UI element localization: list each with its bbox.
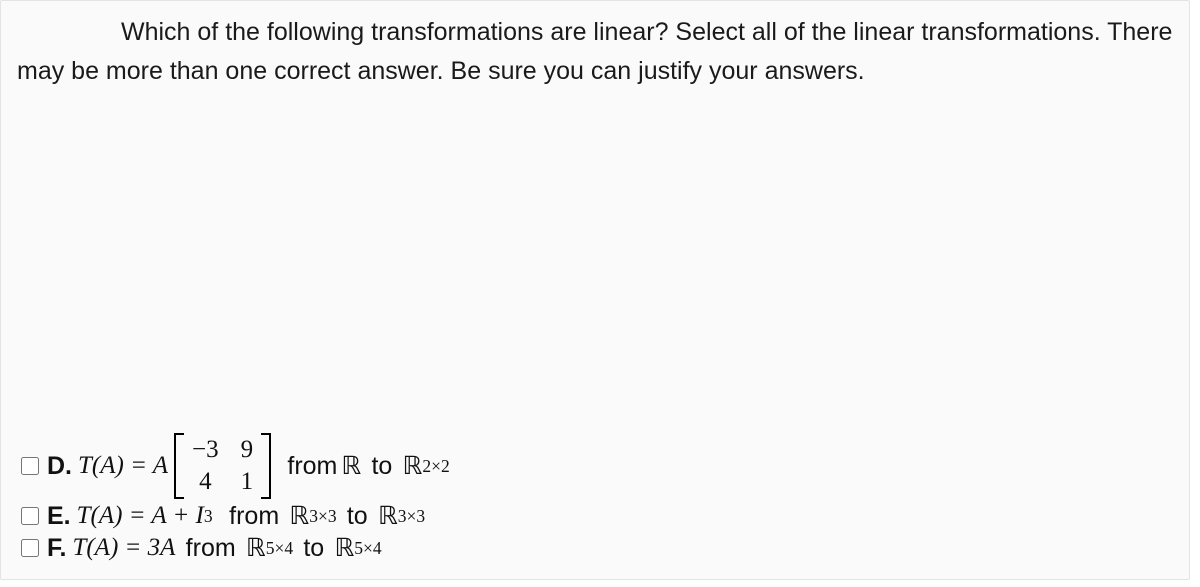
option-d-letter: D. [47, 452, 72, 481]
question-text: Which of the following transformations a… [17, 13, 1173, 91]
from-label: from [229, 502, 279, 531]
option-f-letter: F. [47, 534, 66, 563]
option-f-row: F. T(A) = 3A from ℝ5×4 to ℝ5×4 [17, 533, 997, 563]
option-e-label: E. T(A) = A + I3 from ℝ3×3 to ℝ3×3 [47, 501, 425, 531]
option-d-expr-prefix: T(A) = A [78, 452, 168, 480]
to-label: to [371, 452, 392, 481]
from-label: from [287, 452, 337, 481]
real-symbol: ℝ [334, 533, 354, 563]
matrix-cell-21: 4 [192, 467, 219, 497]
option-d-checkbox[interactable] [21, 457, 39, 475]
blank-area [17, 99, 1173, 309]
from-label: from [186, 534, 236, 563]
option-d-row: D. T(A) = A −3 9 4 1 from ℝ to [17, 433, 997, 499]
real-symbol: ℝ [341, 451, 361, 481]
real-symbol: ℝ [378, 501, 398, 531]
to-label: to [347, 502, 368, 531]
option-e-letter: E. [47, 502, 71, 531]
option-f-expr: T(A) = 3A [72, 534, 175, 562]
real-symbol: ℝ [289, 501, 309, 531]
option-f-label: F. T(A) = 3A from ℝ5×4 to ℝ5×4 [47, 533, 382, 563]
option-f-checkbox[interactable] [21, 539, 39, 557]
option-e-row: E. T(A) = A + I3 from ℝ3×3 to ℝ3×3 [17, 501, 997, 531]
matrix-cell-22: 1 [241, 467, 254, 497]
options-area: D. T(A) = A −3 9 4 1 from ℝ to [17, 431, 997, 565]
real-symbol: ℝ [246, 533, 266, 563]
to-label: to [303, 534, 324, 563]
option-d-matrix: −3 9 4 1 [174, 433, 271, 499]
question-card: Which of the following transformations a… [0, 0, 1190, 580]
matrix-cell-11: −3 [192, 435, 219, 465]
matrix-cell-12: 9 [241, 435, 254, 465]
option-e-expr: T(A) = A + I [77, 502, 204, 530]
option-e-checkbox[interactable] [21, 507, 39, 525]
option-d-label: D. T(A) = A −3 9 4 1 from ℝ to [47, 433, 450, 499]
real-symbol: ℝ [403, 451, 423, 481]
